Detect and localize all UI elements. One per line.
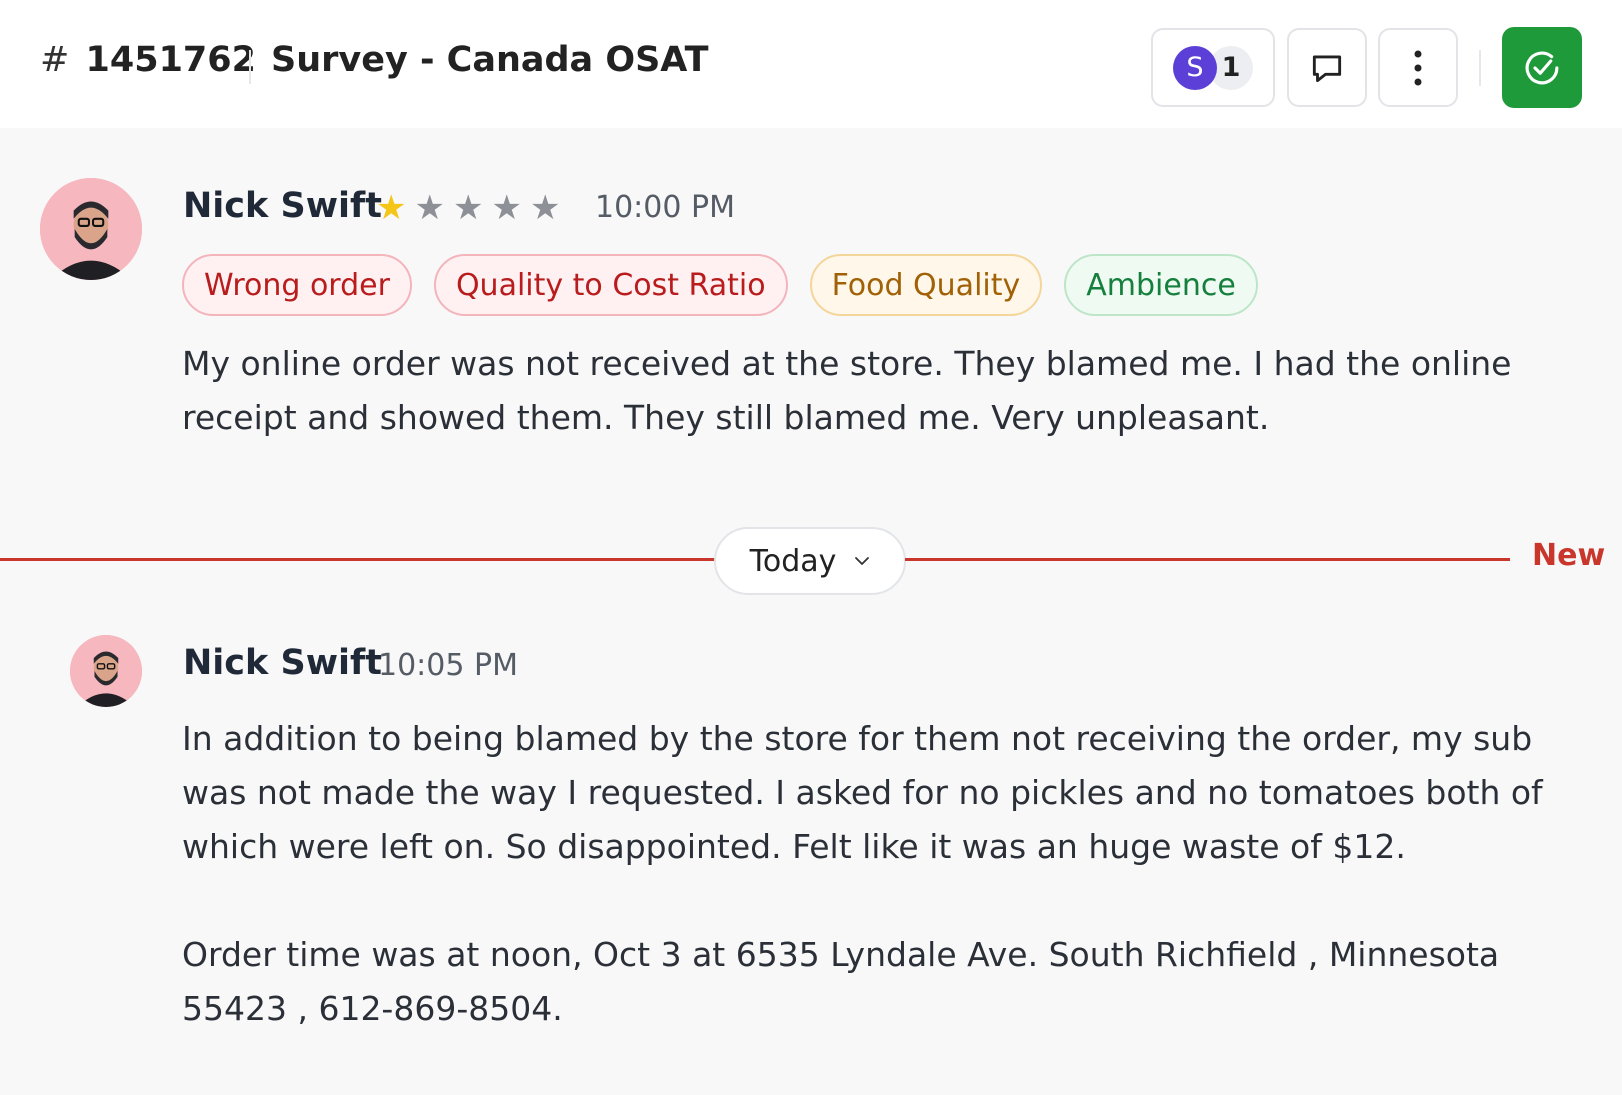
ticket-title: Survey - Canada OSAT xyxy=(271,40,709,80)
star-filled-icon: ★ xyxy=(376,188,407,228)
author-name: Nick Swift xyxy=(183,186,382,226)
new-label: New xyxy=(1532,538,1606,573)
star-empty-icon: ★ xyxy=(529,188,561,228)
assignee-avatar: S xyxy=(1173,45,1217,90)
tag-ambience[interactable]: Ambience xyxy=(1064,254,1258,316)
author-avatar xyxy=(40,178,142,280)
tag-wrong-order[interactable]: Wrong order xyxy=(182,254,412,316)
chevron-down-icon xyxy=(855,557,870,565)
message-time: 10:00 PM xyxy=(595,190,735,225)
tag-list: Wrong order Quality to Cost Ratio Food Q… xyxy=(182,254,1258,316)
tag-food-quality[interactable]: Food Quality xyxy=(809,254,1043,316)
ticket-number: 1451762 xyxy=(85,40,256,80)
date-filter-dropdown[interactable]: Today xyxy=(714,527,906,595)
message-text-secondary: Order time was at noon, Oct 3 at 6535 Ly… xyxy=(182,935,1500,1028)
message-text: My online order was not received at the … xyxy=(182,344,1512,437)
resolve-button[interactable] xyxy=(1502,27,1582,108)
chat-bubble-icon xyxy=(1312,54,1342,82)
star-rating: ★ ★ ★ ★ ★ xyxy=(376,188,560,228)
header-divider-right xyxy=(1479,50,1481,86)
star-empty-icon: ★ xyxy=(452,188,484,228)
comment-button[interactable] xyxy=(1287,28,1367,107)
star-empty-icon: ★ xyxy=(414,188,445,228)
author-name: Nick Swift xyxy=(183,643,382,683)
hash-icon: # xyxy=(40,40,70,80)
ticket-header: # 1451762 Survey - Canada OSAT S 1 xyxy=(0,0,1622,128)
ticket-id: # 1451762 xyxy=(40,40,256,80)
new-messages-divider-left xyxy=(0,558,716,561)
new-messages-divider-right xyxy=(905,558,1510,561)
more-options-button[interactable] xyxy=(1378,28,1458,107)
star-empty-icon: ★ xyxy=(491,188,522,228)
check-circle-icon xyxy=(1525,51,1559,84)
assignee-button[interactable]: S 1 xyxy=(1151,28,1275,107)
more-vertical-icon xyxy=(1414,50,1422,85)
header-divider xyxy=(249,50,251,84)
tag-quality-to-cost-ratio[interactable]: Quality to Cost Ratio xyxy=(433,254,788,316)
date-filter-label: Today xyxy=(749,543,837,579)
message-time: 10:05 PM xyxy=(378,648,518,683)
author-avatar xyxy=(70,635,142,707)
message-text: In addition to being blamed by the store… xyxy=(182,719,1543,866)
